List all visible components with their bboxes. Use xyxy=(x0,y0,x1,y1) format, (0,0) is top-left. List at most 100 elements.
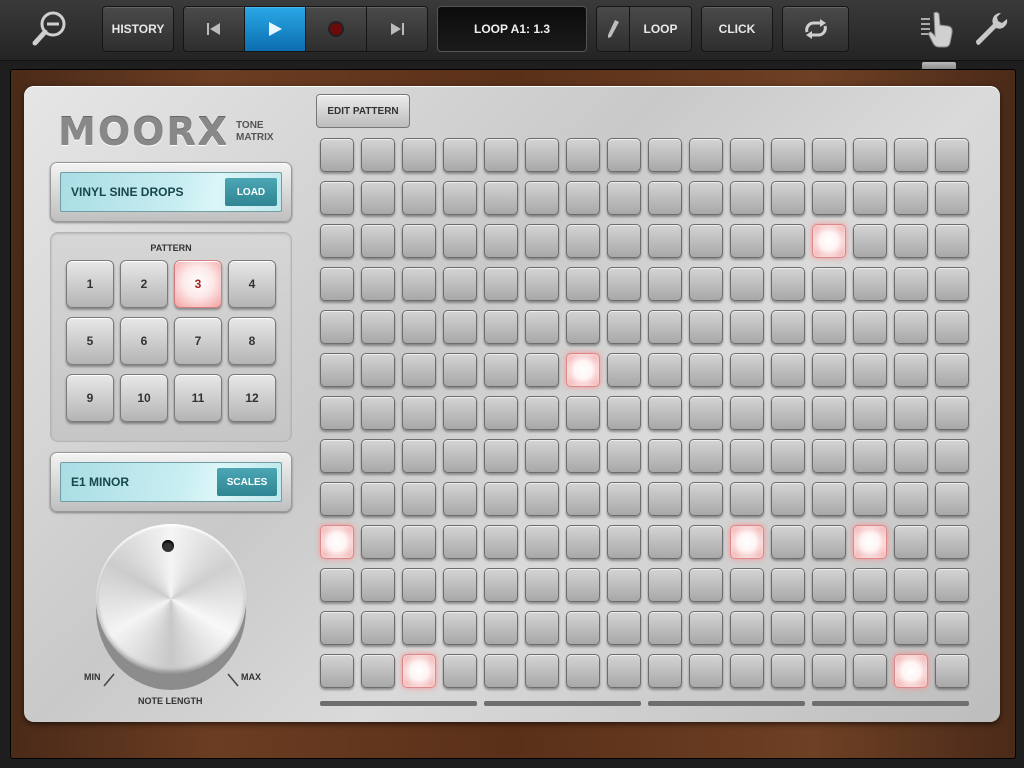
matrix-cell[interactable] xyxy=(648,138,682,172)
matrix-cell[interactable] xyxy=(320,396,354,430)
matrix-cell[interactable] xyxy=(853,267,887,301)
matrix-cell[interactable] xyxy=(648,224,682,258)
pattern-button-10[interactable]: 10 xyxy=(120,374,168,422)
matrix-cell[interactable] xyxy=(566,482,600,516)
matrix-cell[interactable] xyxy=(894,396,928,430)
matrix-cell[interactable] xyxy=(689,353,723,387)
matrix-cell[interactable] xyxy=(320,482,354,516)
matrix-cell[interactable] xyxy=(484,439,518,473)
matrix-cell[interactable] xyxy=(484,310,518,344)
matrix-cell[interactable] xyxy=(566,568,600,602)
matrix-cell[interactable] xyxy=(689,439,723,473)
settings-button[interactable] xyxy=(968,8,1012,50)
matrix-cell[interactable] xyxy=(935,611,969,645)
touch-mode-button[interactable] xyxy=(916,8,960,50)
matrix-cell[interactable] xyxy=(320,138,354,172)
matrix-cell[interactable] xyxy=(525,353,559,387)
matrix-cell[interactable] xyxy=(935,267,969,301)
matrix-cell[interactable] xyxy=(402,439,436,473)
matrix-cell[interactable] xyxy=(525,611,559,645)
matrix-cell[interactable] xyxy=(361,138,395,172)
matrix-cell[interactable] xyxy=(402,654,436,688)
matrix-cell[interactable] xyxy=(566,310,600,344)
matrix-cell[interactable] xyxy=(320,224,354,258)
matrix-cell[interactable] xyxy=(730,654,764,688)
matrix-cell[interactable] xyxy=(566,525,600,559)
matrix-cell[interactable] xyxy=(443,439,477,473)
loop-button[interactable]: LOOP xyxy=(596,6,692,52)
previous-button[interactable] xyxy=(184,7,245,51)
matrix-cell[interactable] xyxy=(484,181,518,215)
matrix-cell[interactable] xyxy=(771,439,805,473)
matrix-cell[interactable] xyxy=(853,353,887,387)
matrix-cell[interactable] xyxy=(894,482,928,516)
matrix-cell[interactable] xyxy=(566,611,600,645)
matrix-cell[interactable] xyxy=(484,568,518,602)
matrix-cell[interactable] xyxy=(361,654,395,688)
matrix-cell[interactable] xyxy=(853,138,887,172)
loop-edit-button[interactable] xyxy=(597,7,630,51)
load-button[interactable]: LOAD xyxy=(225,178,277,206)
matrix-cell[interactable] xyxy=(771,224,805,258)
matrix-cell[interactable] xyxy=(566,267,600,301)
matrix-cell[interactable] xyxy=(566,181,600,215)
matrix-cell[interactable] xyxy=(484,138,518,172)
matrix-cell[interactable] xyxy=(607,181,641,215)
matrix-cell[interactable] xyxy=(607,224,641,258)
matrix-cell[interactable] xyxy=(402,482,436,516)
click-button[interactable]: CLICK xyxy=(701,6,773,52)
matrix-cell[interactable] xyxy=(853,224,887,258)
matrix-cell[interactable] xyxy=(484,482,518,516)
pattern-button-5[interactable]: 5 xyxy=(66,317,114,365)
matrix-cell[interactable] xyxy=(361,224,395,258)
matrix-cell[interactable] xyxy=(730,267,764,301)
matrix-cell[interactable] xyxy=(812,439,846,473)
matrix-cell[interactable] xyxy=(771,396,805,430)
pattern-button-4[interactable]: 4 xyxy=(228,260,276,308)
matrix-cell[interactable] xyxy=(402,353,436,387)
matrix-cell[interactable] xyxy=(894,439,928,473)
matrix-cell[interactable] xyxy=(648,525,682,559)
matrix-cell[interactable] xyxy=(935,353,969,387)
matrix-cell[interactable] xyxy=(771,138,805,172)
matrix-cell[interactable] xyxy=(771,353,805,387)
matrix-cell[interactable] xyxy=(689,525,723,559)
matrix-cell[interactable] xyxy=(853,181,887,215)
matrix-cell[interactable] xyxy=(607,310,641,344)
matrix-cell[interactable] xyxy=(443,654,477,688)
matrix-cell[interactable] xyxy=(730,525,764,559)
edit-pattern-button[interactable]: EDIT PATTERN xyxy=(316,94,410,128)
pattern-button-7[interactable]: 7 xyxy=(174,317,222,365)
matrix-cell[interactable] xyxy=(484,396,518,430)
matrix-cell[interactable] xyxy=(689,568,723,602)
matrix-cell[interactable] xyxy=(361,439,395,473)
matrix-cell[interactable] xyxy=(853,525,887,559)
matrix-cell[interactable] xyxy=(648,654,682,688)
record-button[interactable] xyxy=(306,7,367,51)
matrix-cell[interactable] xyxy=(894,224,928,258)
matrix-cell[interactable] xyxy=(894,525,928,559)
matrix-cell[interactable] xyxy=(402,396,436,430)
matrix-cell[interactable] xyxy=(607,525,641,559)
matrix-cell[interactable] xyxy=(484,611,518,645)
matrix-cell[interactable] xyxy=(771,611,805,645)
matrix-cell[interactable] xyxy=(730,353,764,387)
matrix-cell[interactable] xyxy=(566,138,600,172)
matrix-cell[interactable] xyxy=(730,611,764,645)
matrix-cell[interactable] xyxy=(689,396,723,430)
matrix-cell[interactable] xyxy=(853,439,887,473)
matrix-cell[interactable] xyxy=(361,353,395,387)
matrix-cell[interactable] xyxy=(607,439,641,473)
matrix-cell[interactable] xyxy=(935,568,969,602)
matrix-cell[interactable] xyxy=(935,181,969,215)
matrix-cell[interactable] xyxy=(812,482,846,516)
matrix-cell[interactable] xyxy=(566,224,600,258)
matrix-cell[interactable] xyxy=(320,568,354,602)
matrix-cell[interactable] xyxy=(648,310,682,344)
matrix-cell[interactable] xyxy=(771,310,805,344)
matrix-cell[interactable] xyxy=(566,654,600,688)
matrix-cell[interactable] xyxy=(853,654,887,688)
matrix-cell[interactable] xyxy=(361,396,395,430)
matrix-cell[interactable] xyxy=(525,267,559,301)
matrix-cell[interactable] xyxy=(320,611,354,645)
